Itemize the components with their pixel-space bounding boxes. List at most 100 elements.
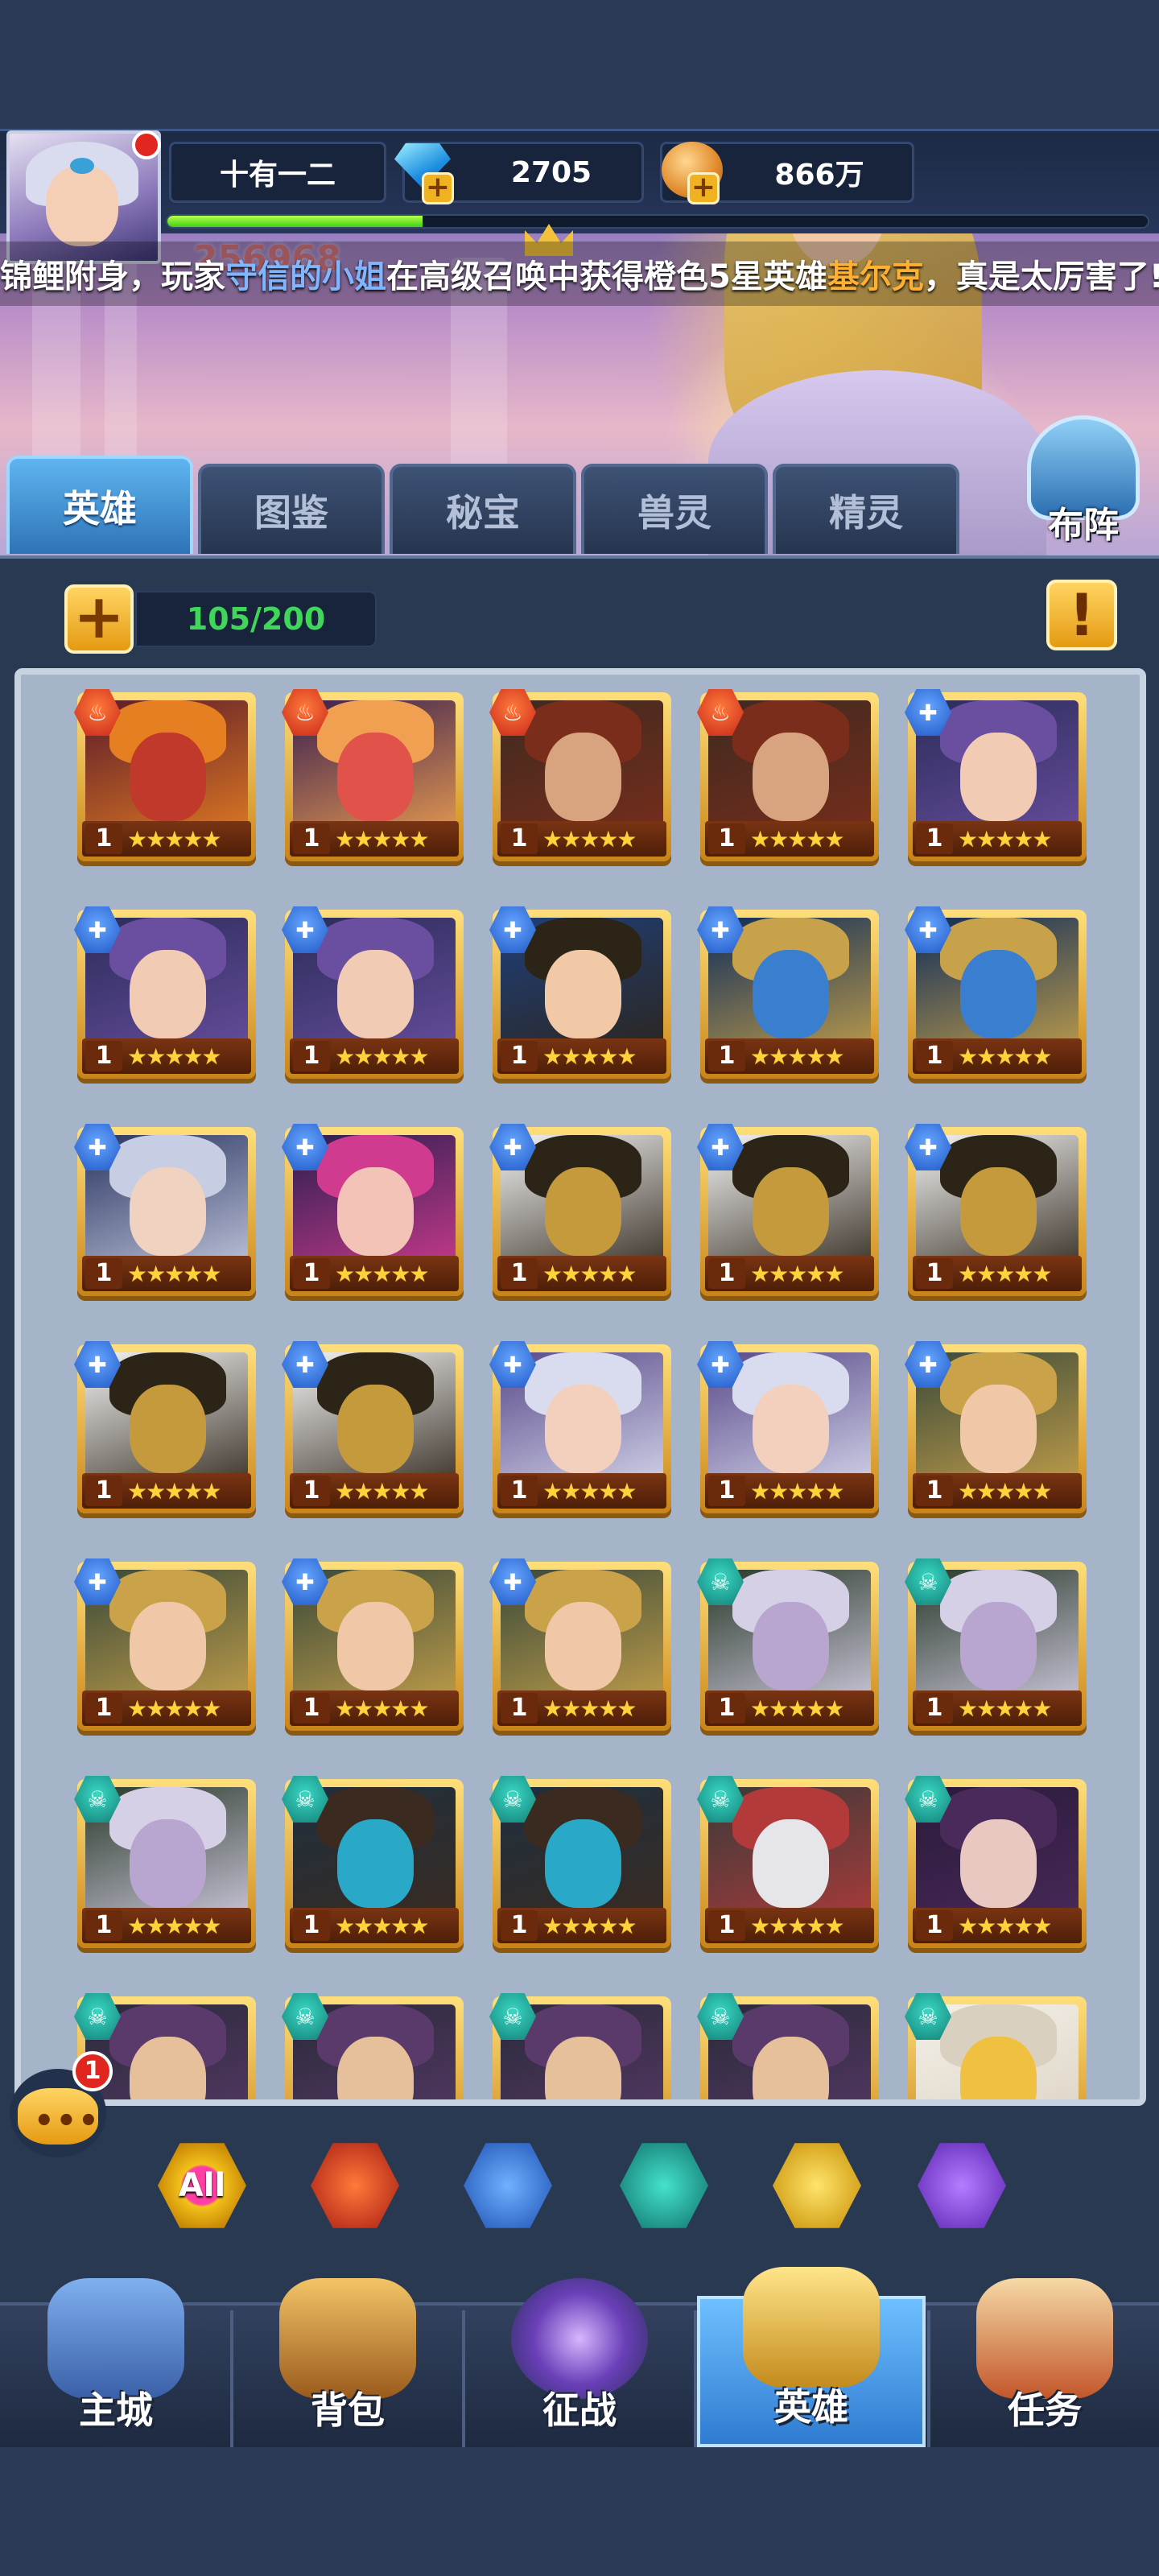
hero-level: 1 <box>708 1041 745 1071</box>
tab-treasure[interactable]: 秘宝 <box>390 464 576 554</box>
hero-level: 1 <box>501 1041 538 1071</box>
hero-card[interactable]: ☠1★★★★★ <box>697 1993 879 2099</box>
add-gems-button[interactable]: + <box>422 172 454 204</box>
star-rating: ★★★★★ <box>542 1912 637 1939</box>
hero-level: 1 <box>85 1476 122 1506</box>
star-rating: ★★★★★ <box>542 1042 637 1070</box>
tab-sprite[interactable]: 精灵 <box>773 464 959 554</box>
hero-level: 1 <box>293 1041 330 1071</box>
fire-faction-icon[interactable] <box>311 2143 399 2228</box>
hero-card[interactable]: ✚ 1 ★★★★★ <box>489 906 671 1079</box>
tab-heroes[interactable]: 英雄 <box>6 456 193 554</box>
star-rating: ★★★★★ <box>335 1260 430 1287</box>
hero-card-footer: 1 ★★★★★ <box>497 1908 666 1943</box>
tab-label: 图鉴 <box>254 491 328 535</box>
hero-grid-panel[interactable]: ♨ 1 ★★★★★ ♨ 1 ★★★★★ ♨ 1 ★★★★★ ♨ 1 ★★★★★ ✚ 1 ★★★★★ ✚ 1 ★★★… <box>14 668 1146 2106</box>
hero-card[interactable]: ☠1★★★★★ <box>905 1993 1087 2099</box>
hero-card-footer: 1 ★★★★★ <box>497 1038 666 1074</box>
golden-helmet-icon <box>743 2267 880 2388</box>
add-gold-button[interactable]: + <box>687 172 720 204</box>
hero-card[interactable]: ✚ 1 ★★★★★ <box>282 1341 464 1513</box>
hero-card[interactable]: ✚ 1 ★★★★★ <box>74 906 256 1079</box>
hero-card-footer: 1 ★★★★★ <box>497 1690 666 1726</box>
nav-heroes[interactable]: 英雄 <box>697 2267 926 2447</box>
hero-card[interactable]: ☠1★★★★★ <box>697 1558 879 1731</box>
hero-card[interactable]: ✚ 1 ★★★★★ <box>282 1124 464 1296</box>
hero-card[interactable]: ☠1★★★★★ <box>905 1776 1087 1948</box>
tab-codex[interactable]: 图鉴 <box>198 464 385 554</box>
hero-card[interactable]: ☠1★★★★★ <box>282 1993 464 2099</box>
hero-card[interactable]: ☠1★★★★★ <box>74 1993 256 2099</box>
hero-card[interactable]: ☠1★★★★★ <box>489 1993 671 2099</box>
hero-card-footer: 1 ★★★★★ <box>290 821 459 857</box>
hero-card-footer: 1 ★★★★★ <box>290 1908 459 1943</box>
star-rating: ★★★★★ <box>750 1695 845 1722</box>
hero-card[interactable]: ♨ 1 ★★★★★ <box>74 689 256 861</box>
nav-campaign[interactable]: 征战 <box>465 2270 694 2447</box>
hero-card[interactable]: ☠1★★★★★ <box>282 1776 464 1948</box>
gold-coin-icon: + <box>655 137 728 206</box>
skull-faction-icon[interactable] <box>620 2143 708 2228</box>
star-rating: ★★★★★ <box>958 1912 1053 1939</box>
hero-card-footer: 1 ★★★★★ <box>913 1256 1082 1291</box>
hero-card[interactable]: ✚ 1 ★★★★★ <box>74 1558 256 1731</box>
hero-card[interactable]: ♨ 1 ★★★★★ <box>489 689 671 861</box>
hero-card[interactable]: ✚ 1 ★★★★★ <box>282 906 464 1079</box>
hero-card[interactable]: ✚ 1 ★★★★★ <box>489 1341 671 1513</box>
star-rating: ★★★★★ <box>335 825 430 852</box>
hero-card[interactable]: ✚ 1 ★★★★★ <box>489 1558 671 1731</box>
void-faction-icon[interactable] <box>918 2143 1006 2228</box>
hero-card[interactable]: ✚ 1 ★★★★★ <box>282 1558 464 1731</box>
hero-card[interactable]: ✚ 1 ★★★★★ <box>489 1124 671 1296</box>
hero-card[interactable]: ✚ 1 ★★★★★ <box>905 1341 1087 1513</box>
hero-level: 1 <box>501 1476 538 1506</box>
formation-button[interactable]: 布阵 <box>1011 407 1156 552</box>
hero-card[interactable]: ☠1★★★★★ <box>905 1558 1087 1731</box>
hero-card[interactable]: ☠1★★★★★ <box>697 1776 879 1948</box>
status-strip <box>0 0 1159 129</box>
hero-card[interactable]: ✚ 1 ★★★★★ <box>697 1341 879 1513</box>
hero-card-footer: 1 ★★★★★ <box>705 1038 874 1074</box>
star-rating: ★★★★★ <box>750 1912 845 1939</box>
hero-card-footer: 1 ★★★★★ <box>705 1256 874 1291</box>
nav-label: 英雄 <box>774 2385 848 2429</box>
hero-card[interactable]: ✚ 1 ★★★★★ <box>697 1124 879 1296</box>
exclamation-icon[interactable]: ! <box>1046 580 1117 650</box>
nav-quests[interactable]: 任务 <box>930 2270 1159 2447</box>
tab-beast-spirit[interactable]: 兽灵 <box>581 464 768 554</box>
chat-badge: 1 <box>72 2051 113 2091</box>
hero-card[interactable]: ✚ 1 ★★★★★ <box>697 906 879 1079</box>
hero-card[interactable]: ✚ 1 ★★★★★ <box>905 906 1087 1079</box>
nav-main-city[interactable]: 主城 <box>2 2270 230 2447</box>
hero-level: 1 <box>916 1910 953 1941</box>
hero-card-footer: 1 ★★★★★ <box>82 1256 251 1291</box>
hero-level: 1 <box>293 1910 330 1941</box>
nav-backpack[interactable]: 背包 <box>233 2270 462 2447</box>
expand-capacity-button[interactable]: + <box>64 584 134 654</box>
hero-level: 1 <box>708 1693 745 1724</box>
water-faction-icon[interactable] <box>464 2143 552 2228</box>
filter-all-label: All <box>178 2167 226 2204</box>
hero-level: 1 <box>916 824 953 854</box>
light-faction-icon[interactable] <box>773 2143 861 2228</box>
hero-card-footer: 1 ★★★★★ <box>497 1256 666 1291</box>
all-filter-icon[interactable]: All <box>158 2143 246 2228</box>
nav-label: 主城 <box>79 2388 153 2432</box>
hero-level: 1 <box>85 1041 122 1071</box>
star-rating: ★★★★★ <box>127 1695 222 1722</box>
hero-card-footer: 1 ★★★★★ <box>290 1473 459 1509</box>
star-rating: ★★★★★ <box>958 1695 1053 1722</box>
hero-card[interactable]: ✚ 1 ★★★★★ <box>74 1341 256 1513</box>
hero-card[interactable]: ✚ 1 ★★★★★ <box>74 1124 256 1296</box>
hero-card[interactable]: ☠1★★★★★ <box>489 1776 671 1948</box>
hero-level: 1 <box>708 824 745 854</box>
player-name: 十有一二 <box>169 142 386 203</box>
hero-level: 1 <box>293 1693 330 1724</box>
marquee-text: 在高级召唤中获得橙色5星英雄 <box>386 258 827 295</box>
hero-card[interactable]: ♨ 1 ★★★★★ <box>697 689 879 861</box>
hero-card[interactable]: ✚ 1 ★★★★★ <box>905 689 1087 861</box>
hero-card[interactable]: ☠1★★★★★ <box>74 1776 256 1948</box>
hero-card[interactable]: ✚ 1 ★★★★★ <box>905 1124 1087 1296</box>
star-rating: ★★★★★ <box>542 1695 637 1722</box>
hero-card[interactable]: ♨ 1 ★★★★★ <box>282 689 464 861</box>
